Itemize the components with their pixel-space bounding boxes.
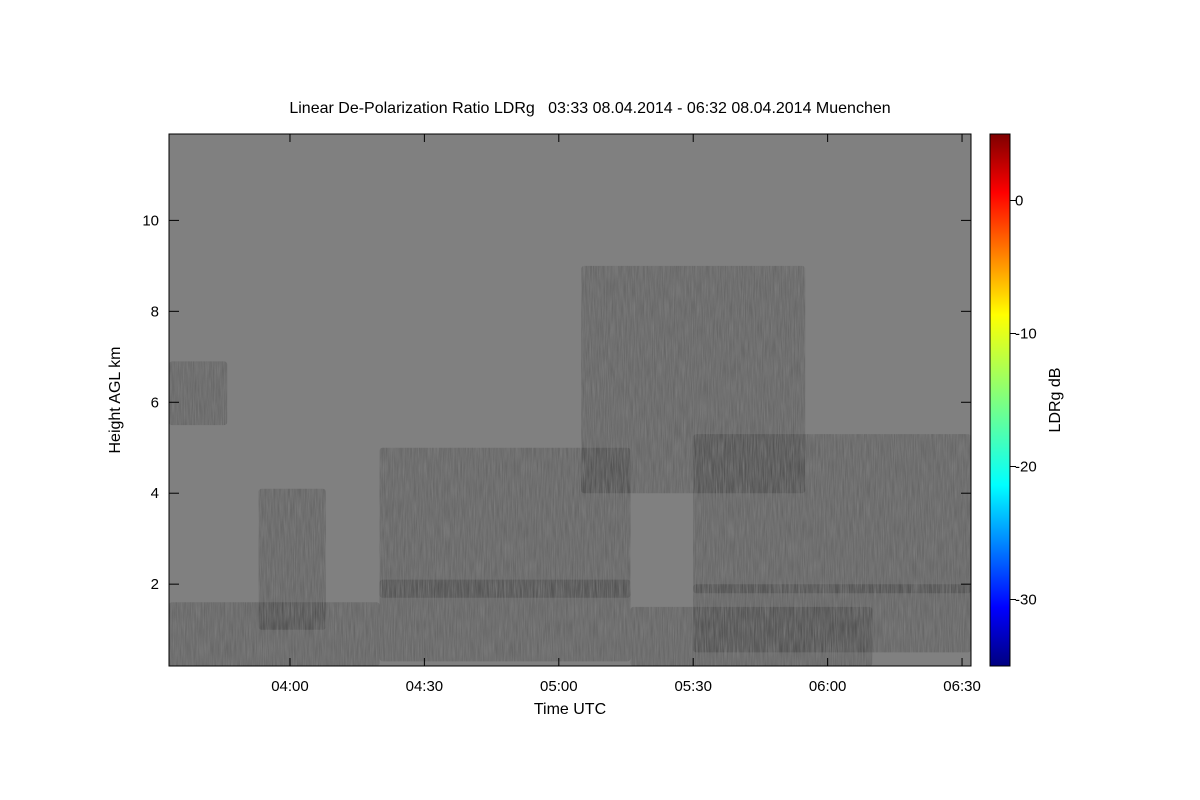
x-tick-label: 05:00	[540, 678, 578, 695]
y-axis-label: Height AGL km	[107, 346, 124, 453]
region-virga	[258, 488, 326, 630]
x-tick-label: 04:30	[406, 678, 444, 695]
region-melting-layer	[379, 579, 631, 598]
x-tick-label: 06:00	[809, 678, 847, 695]
x-tick-label: 06:30	[943, 678, 981, 695]
region-cirrus-patch	[169, 361, 228, 426]
ldr-heatmap-chart: Linear De-Polarization Ratio LDRg 03:33 …	[107, 100, 1064, 718]
y-tick-label: 4	[151, 485, 159, 502]
colorbar-tick-label: -10	[1015, 326, 1037, 343]
y-tick-label: 8	[151, 303, 159, 320]
region-melting-layer	[693, 584, 971, 594]
region-surface-aerosol	[630, 606, 873, 666]
chart-title: Linear De-Polarization Ratio LDRg 03:33 …	[289, 100, 890, 117]
y-tick-label: 2	[151, 576, 159, 593]
x-tick-label: 04:00	[271, 678, 309, 695]
x-axis-label: Time UTC	[534, 701, 606, 718]
colorbar-tick-label: -20	[1015, 459, 1037, 476]
x-tick-label: 05:30	[674, 678, 712, 695]
colorbar-label: LDRg dB	[1047, 368, 1064, 433]
colorbar-tick-label: -30	[1015, 592, 1037, 609]
colorbar-tick-label: 0	[1015, 193, 1023, 210]
colorbar-ticks: 0 -10 -20 -30	[1010, 193, 1037, 609]
y-tick-label: 6	[151, 394, 159, 411]
colorbar: 0 -10 -20 -30 LDRg dB	[989, 133, 1064, 667]
plot-area	[168, 133, 972, 667]
y-tick-label: 10	[142, 212, 159, 229]
colorbar-gradient	[989, 133, 1011, 667]
